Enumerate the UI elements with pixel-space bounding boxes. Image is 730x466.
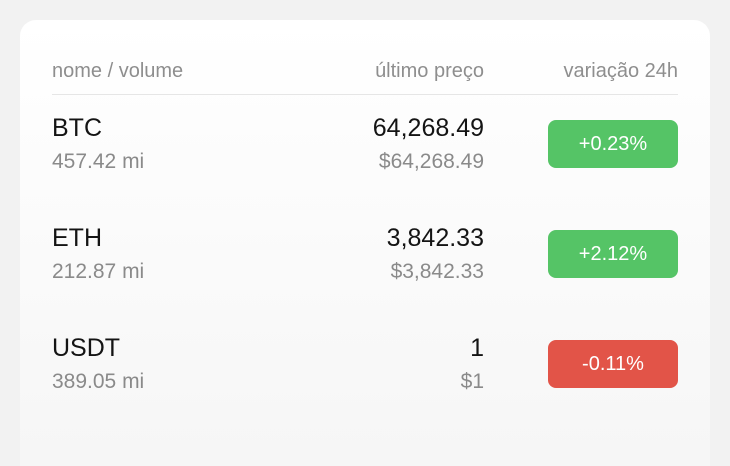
table-row[interactable]: BTC 457.42 mi 64,268.49 $64,268.49 +0.23… (52, 114, 678, 204)
asset-last-price: 3,842.33 (386, 224, 484, 252)
asset-symbol: BTC (52, 114, 102, 142)
table-row[interactable]: ETH 212.87 mi 3,842.33 $3,842.33 +2.12% (52, 224, 678, 314)
asset-symbol: ETH (52, 224, 102, 252)
asset-volume: 389.05 mi (52, 370, 145, 393)
asset-fiat-price: $3,842.33 (390, 260, 484, 283)
table-header: nome / volume último preço variação 24h (52, 60, 678, 95)
asset-last-price: 64,268.49 (372, 114, 484, 142)
change-badge[interactable]: +0.23% (548, 120, 678, 168)
asset-fiat-price: $1 (460, 370, 484, 393)
change-badge[interactable]: +2.12% (548, 230, 678, 278)
column-header-last-price[interactable]: último preço (375, 60, 484, 83)
column-header-name-volume[interactable]: nome / volume (52, 60, 183, 83)
asset-symbol: USDT (52, 334, 121, 362)
change-badge[interactable]: -0.11% (548, 340, 678, 388)
asset-volume: 457.42 mi (52, 150, 145, 173)
asset-last-price: 1 (470, 334, 484, 362)
table-row[interactable]: USDT 389.05 mi 1 $1 -0.11% (52, 334, 678, 424)
market-list-card: nome / volume último preço variação 24h … (20, 20, 710, 466)
column-header-change-24h[interactable]: variação 24h (563, 60, 678, 83)
asset-volume: 212.87 mi (52, 260, 145, 283)
asset-fiat-price: $64,268.49 (378, 150, 484, 173)
